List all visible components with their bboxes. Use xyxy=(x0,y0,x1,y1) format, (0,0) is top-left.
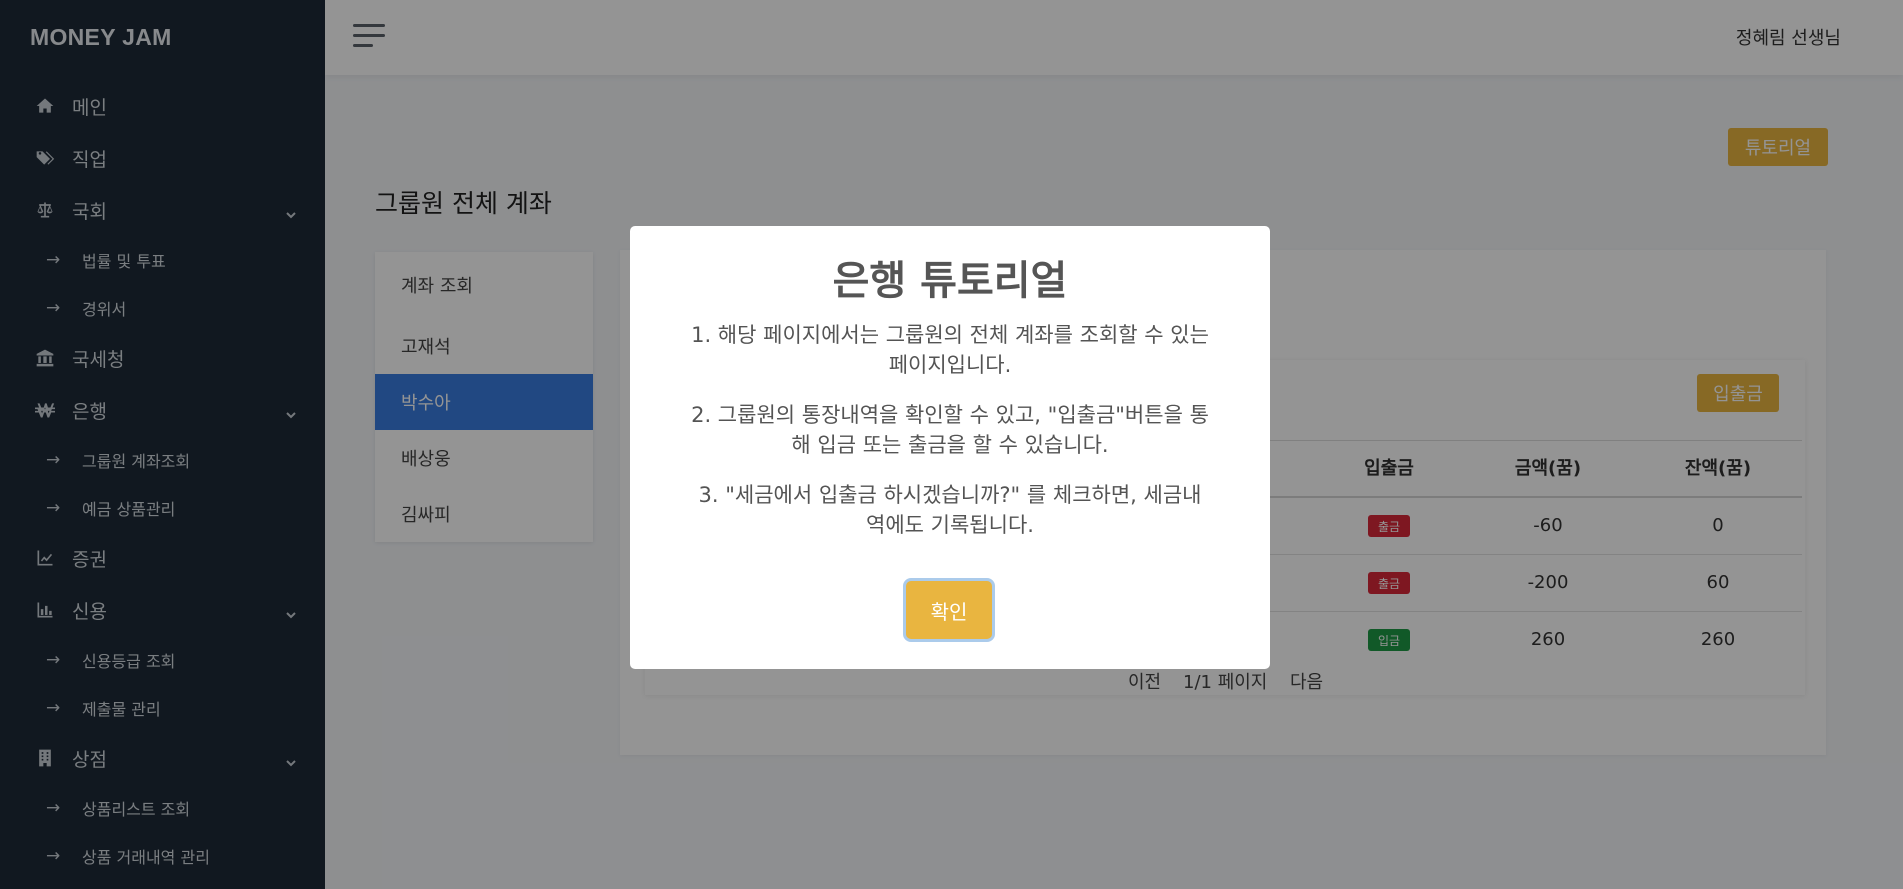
tutorial-modal: 은행 튜토리얼 1. 해당 페이지에서는 그룹원의 전체 계좌를 조회할 수 있… xyxy=(630,226,1270,669)
modal-text-2: 2. 그룹원의 통장내역을 확인할 수 있고, "입출금"버튼을 통해 입금 또… xyxy=(691,403,1209,457)
modal-text-3: 3. "세금에서 입출금 하시겠습니까?" 를 체크하면, 세금내역에도 기록됩… xyxy=(698,483,1202,537)
confirm-button[interactable]: 확인 xyxy=(906,581,992,639)
modal-text-1: 1. 해당 페이지에서는 그룹원의 전체 계좌를 조회할 수 있는 페이지입니다… xyxy=(691,323,1209,377)
modal-title: 은행 튜토리얼 xyxy=(832,258,1068,304)
modal-body: 1. 해당 페이지에서는 그룹원의 전체 계좌를 조회할 수 있는 페이지입니다… xyxy=(690,320,1210,540)
